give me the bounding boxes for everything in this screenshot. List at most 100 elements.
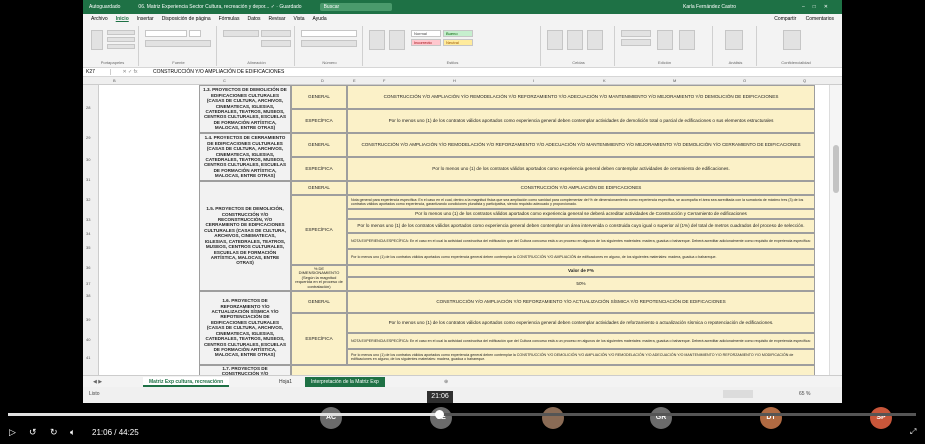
requirement-cell[interactable]: CONSTRUCCIÓN Y/O AMPLIACIÓN Y/O REFORZAM…	[347, 291, 815, 313]
font-format-buttons[interactable]	[145, 40, 211, 47]
formula-input[interactable]: CONSTRUCCIÓN Y/O AMPLIACIÓN DE EDIFICACI…	[149, 69, 284, 75]
style-bueno[interactable]: Bueno	[443, 30, 473, 37]
sort-filter-icon[interactable]	[657, 30, 673, 50]
conditional-format-icon[interactable]	[369, 30, 385, 50]
menu-archivo[interactable]: Archivo	[91, 16, 108, 22]
dimension-value-cell[interactable]: 50%	[347, 277, 815, 291]
requirement-cell[interactable]: Por lo menos uno (1) de los contratos vá…	[347, 157, 815, 181]
sheet-nav-arrows[interactable]: ◀ ▶	[87, 377, 108, 387]
forward-icon[interactable]: ↻	[50, 427, 58, 438]
font-select[interactable]	[145, 30, 187, 37]
row-header[interactable]: 31	[86, 177, 90, 182]
paste-icon[interactable]	[91, 30, 103, 50]
column-header[interactable]: I	[533, 78, 534, 83]
menu-inicio[interactable]: Inicio	[116, 16, 129, 22]
experience-type-cell[interactable]: ESPECÍFICA	[291, 109, 347, 133]
fill-button[interactable]	[621, 39, 651, 46]
experience-type-cell[interactable]: GENERAL	[291, 133, 347, 157]
font-size-select[interactable]	[189, 30, 201, 37]
requirement-cell[interactable]: CONSTRUCCIÓN Y/O AMPLIACIÓN Y/O REMODELA…	[347, 133, 815, 157]
requirement-cell[interactable]: CONSTRUCCIÓN Y/O AMPLIACIÓN DE EDIFICACI…	[347, 181, 815, 195]
column-header[interactable]: D	[321, 78, 324, 83]
menu-ayuda[interactable]: Ayuda	[313, 16, 327, 22]
row-header[interactable]: 28	[86, 105, 90, 110]
menu-vista[interactable]: Vista	[293, 16, 304, 22]
column-header[interactable]: C	[223, 78, 226, 83]
row-header[interactable]: 37	[86, 281, 90, 286]
sensitivity-icon[interactable]	[783, 30, 801, 50]
note-cell[interactable]: Nota general para experiencia específica…	[347, 195, 815, 209]
row-header[interactable]: 30	[86, 157, 90, 162]
column-header[interactable]: H	[453, 78, 456, 83]
row-header[interactable]: 29	[86, 135, 90, 140]
column-header[interactable]: M	[673, 78, 676, 83]
dimension-label-cell[interactable]: % DE DIMENSIONAMIENTO (Según la magnitud…	[291, 265, 347, 291]
format-table-icon[interactable]	[389, 30, 405, 50]
add-sheet-icon[interactable]: ⊕	[438, 377, 454, 387]
progress-bar[interactable]	[8, 410, 916, 419]
sheet-tab[interactable]: Hoja1	[273, 377, 298, 387]
row-header[interactable]: 36	[86, 265, 90, 270]
row-header[interactable]: 33	[86, 217, 90, 222]
find-select-icon[interactable]	[679, 30, 695, 50]
rewind-icon[interactable]: ↺	[29, 427, 37, 438]
note-cell[interactable]: NOTA EXPERIENCIA ESPECÍFICA: En el caso …	[347, 233, 815, 249]
menu-datos[interactable]: Datos	[247, 16, 260, 22]
experience-type-cell[interactable]: ESPECÍFICA	[291, 195, 347, 265]
copy-button[interactable]	[107, 37, 135, 42]
column-header[interactable]: O	[743, 78, 746, 83]
format-cells-icon[interactable]	[587, 30, 603, 50]
search-input[interactable]: Buscar	[319, 3, 392, 11]
project-name-cell[interactable]: 1.6. PROYECTOS DE REFORZAMIENTO Y/O ACTU…	[199, 291, 291, 365]
experience-type-cell[interactable]: ESPECÍFICA	[291, 313, 347, 365]
menu-revisar[interactable]: Revisar	[269, 16, 286, 22]
user-name[interactable]: Karla Fernández Castro	[683, 4, 736, 10]
name-box[interactable]: K27	[83, 69, 111, 75]
style-normal[interactable]: Normal	[411, 30, 441, 37]
row-header[interactable]: 39	[86, 317, 90, 322]
share-comments[interactable]: Compartir Comentarios	[766, 16, 834, 22]
experience-type-cell[interactable]: ESPECÍFICA	[291, 157, 347, 181]
row-header[interactable]: 32	[86, 197, 90, 202]
empty-cell[interactable]	[291, 365, 815, 375]
row-header[interactable]: 35	[86, 245, 90, 250]
column-header[interactable]: F	[383, 78, 385, 83]
row-header[interactable]: 34	[86, 231, 90, 236]
column-header[interactable]: B	[113, 78, 116, 83]
play-icon[interactable]: ▷	[9, 427, 16, 438]
row-header[interactable]: 41	[86, 355, 90, 360]
fullscreen-icon[interactable]: ⤢	[910, 427, 916, 437]
dimension-header-cell[interactable]: Valor de F%	[347, 265, 815, 277]
project-name-cell[interactable]: 1.7. PROYECTOS DE CONSTRUCCIÓN Y/O	[199, 365, 291, 375]
view-buttons[interactable]	[723, 390, 753, 398]
autosave-label[interactable]: Autoguardado	[89, 4, 120, 10]
project-name-cell[interactable]: 1.5. PROYECTOS DE DEMOLICIÓN, CONSTRUCCI…	[199, 181, 291, 291]
delete-cells-icon[interactable]	[567, 30, 583, 50]
note-cell[interactable]: Por lo menos uno (1) de los contratos vá…	[347, 349, 815, 365]
spreadsheet-grid[interactable]: 1.3. PROYECTOS DE DEMOLICIÓN DE EDIFICAC…	[99, 85, 829, 375]
comments-button[interactable]: Comentarios	[806, 16, 834, 22]
requirement-cell[interactable]: Por lo menos uno (1) de los contratos vá…	[347, 313, 815, 333]
column-header[interactable]: E	[353, 78, 356, 83]
scrollbar-thumb[interactable]	[833, 145, 839, 193]
autosum-button[interactable]	[621, 30, 651, 37]
sheet-tab[interactable]: Interpretación de la Matriz Exp	[305, 377, 385, 387]
fx-icon[interactable]: ✕ ✓ fx	[111, 69, 149, 75]
row-header[interactable]: 38	[86, 293, 90, 298]
number-format-buttons[interactable]	[301, 40, 357, 47]
requirement-cell[interactable]: CONSTRUCCIÓN Y/O AMPLIACIÓN Y/O REMODELA…	[347, 85, 815, 109]
experience-type-cell[interactable]: GENERAL	[291, 291, 347, 313]
insert-cells-icon[interactable]	[547, 30, 563, 50]
menu-formulas[interactable]: Fórmulas	[219, 16, 240, 22]
zoom-level[interactable]: 65 %	[799, 391, 810, 397]
requirement-cell[interactable]: Por lo menos uno (1) de los contratos vá…	[347, 209, 815, 219]
alignment-buttons[interactable]	[223, 30, 259, 37]
column-header[interactable]: K	[603, 78, 606, 83]
project-name-cell[interactable]: 1.3. PROYECTOS DE DEMOLICIÓN DE EDIFICAC…	[199, 85, 291, 133]
note-cell[interactable]: NOTA EXPERIENCIA ESPECÍFICA: En el caso …	[347, 333, 815, 349]
format-painter-button[interactable]	[107, 44, 135, 49]
row-header[interactable]: 40	[86, 337, 90, 342]
window-buttons[interactable]: –□✕	[802, 4, 836, 10]
style-incorrecto[interactable]: Incorrecto	[411, 39, 441, 46]
column-header[interactable]: Q	[803, 78, 806, 83]
